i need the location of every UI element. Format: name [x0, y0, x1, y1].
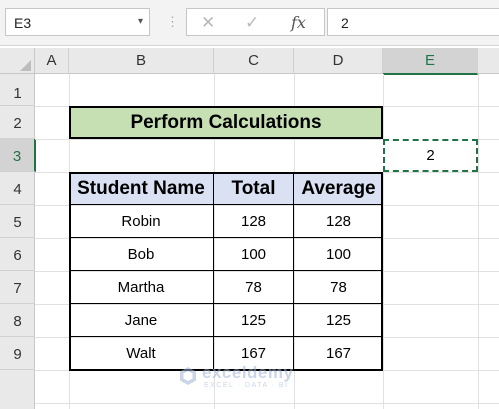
drag-handle-icon[interactable]: ⋮ — [166, 14, 179, 30]
row-header-4[interactable]: 4 — [0, 172, 35, 205]
cell-student-name[interactable]: Martha — [69, 271, 214, 304]
insert-function-icon[interactable]: fx — [291, 13, 306, 33]
name-box-value[interactable]: E3 — [14, 15, 31, 31]
select-all-icon — [20, 60, 31, 71]
row-header-2[interactable]: 2 — [0, 106, 35, 139]
table-header-row: Student Name Total Average — [69, 172, 383, 205]
column-header-a[interactable]: A — [35, 48, 69, 74]
row-header-9[interactable]: 9 — [0, 337, 35, 370]
cell-total[interactable]: 125 — [214, 304, 294, 337]
column-header-b[interactable]: B — [69, 48, 214, 74]
cell-total[interactable]: 128 — [214, 205, 294, 238]
cell-total[interactable]: 78 — [214, 271, 294, 304]
formula-input-value[interactable]: 2 — [341, 15, 349, 31]
table-row: Bob 100 100 — [69, 238, 383, 271]
table-row: Martha 78 78 — [69, 271, 383, 304]
enter-icon[interactable]: ✓ — [245, 13, 259, 33]
grid-line — [35, 403, 499, 404]
header-average[interactable]: Average — [294, 172, 383, 205]
formula-input[interactable]: 2 — [327, 8, 499, 36]
watermark-tagline: EXCEL · DATA · BI — [204, 382, 289, 389]
cancel-icon[interactable]: ✕ — [201, 13, 215, 33]
watermark: exceldemy EXCEL · DATA · BI — [178, 362, 328, 392]
exceldemy-logo-icon — [180, 367, 196, 385]
formula-bar: E3 ▾ ⋮ ✕ ✓ fx 2 — [0, 0, 499, 46]
cell-average[interactable]: 100 — [294, 238, 383, 271]
formula-buttons: ✕ ✓ fx — [186, 8, 325, 36]
title-cell[interactable]: Perform Calculations — [69, 106, 383, 139]
column-headers: A B C D E — [0, 48, 499, 75]
select-all-button[interactable] — [0, 48, 35, 74]
grid-line — [383, 74, 384, 409]
table-row: Robin 128 128 — [69, 205, 383, 238]
header-student-name[interactable]: Student Name — [69, 172, 214, 205]
grid-line — [478, 74, 479, 409]
row-header-7[interactable]: 7 — [0, 271, 35, 304]
cell-student-name[interactable]: Robin — [69, 205, 214, 238]
column-header-e[interactable]: E — [383, 48, 478, 75]
selected-cell-e3[interactable]: 2 — [383, 139, 478, 172]
watermark-name: exceldemy — [202, 363, 294, 382]
cell-average[interactable]: 128 — [294, 205, 383, 238]
column-header-d[interactable]: D — [294, 48, 383, 74]
row-header-1[interactable]: 1 — [0, 74, 35, 106]
cell-average[interactable]: 78 — [294, 271, 383, 304]
row-headers: 1 2 3 4 5 6 7 8 9 — [0, 74, 36, 409]
row-header-6[interactable]: 6 — [0, 238, 35, 271]
chevron-down-icon[interactable]: ▾ — [138, 14, 143, 30]
row-header-8[interactable]: 8 — [0, 304, 35, 337]
row-header-5[interactable]: 5 — [0, 205, 35, 238]
name-box[interactable]: E3 ▾ — [5, 8, 150, 36]
cell-student-name[interactable]: Jane — [69, 304, 214, 337]
header-total[interactable]: Total — [214, 172, 294, 205]
cell-student-name[interactable]: Bob — [69, 238, 214, 271]
cell-average[interactable]: 125 — [294, 304, 383, 337]
column-header-c[interactable]: C — [214, 48, 294, 74]
row-header-3[interactable]: 3 — [0, 139, 36, 172]
table-row: Jane 125 125 — [69, 304, 383, 337]
cell-total[interactable]: 100 — [214, 238, 294, 271]
